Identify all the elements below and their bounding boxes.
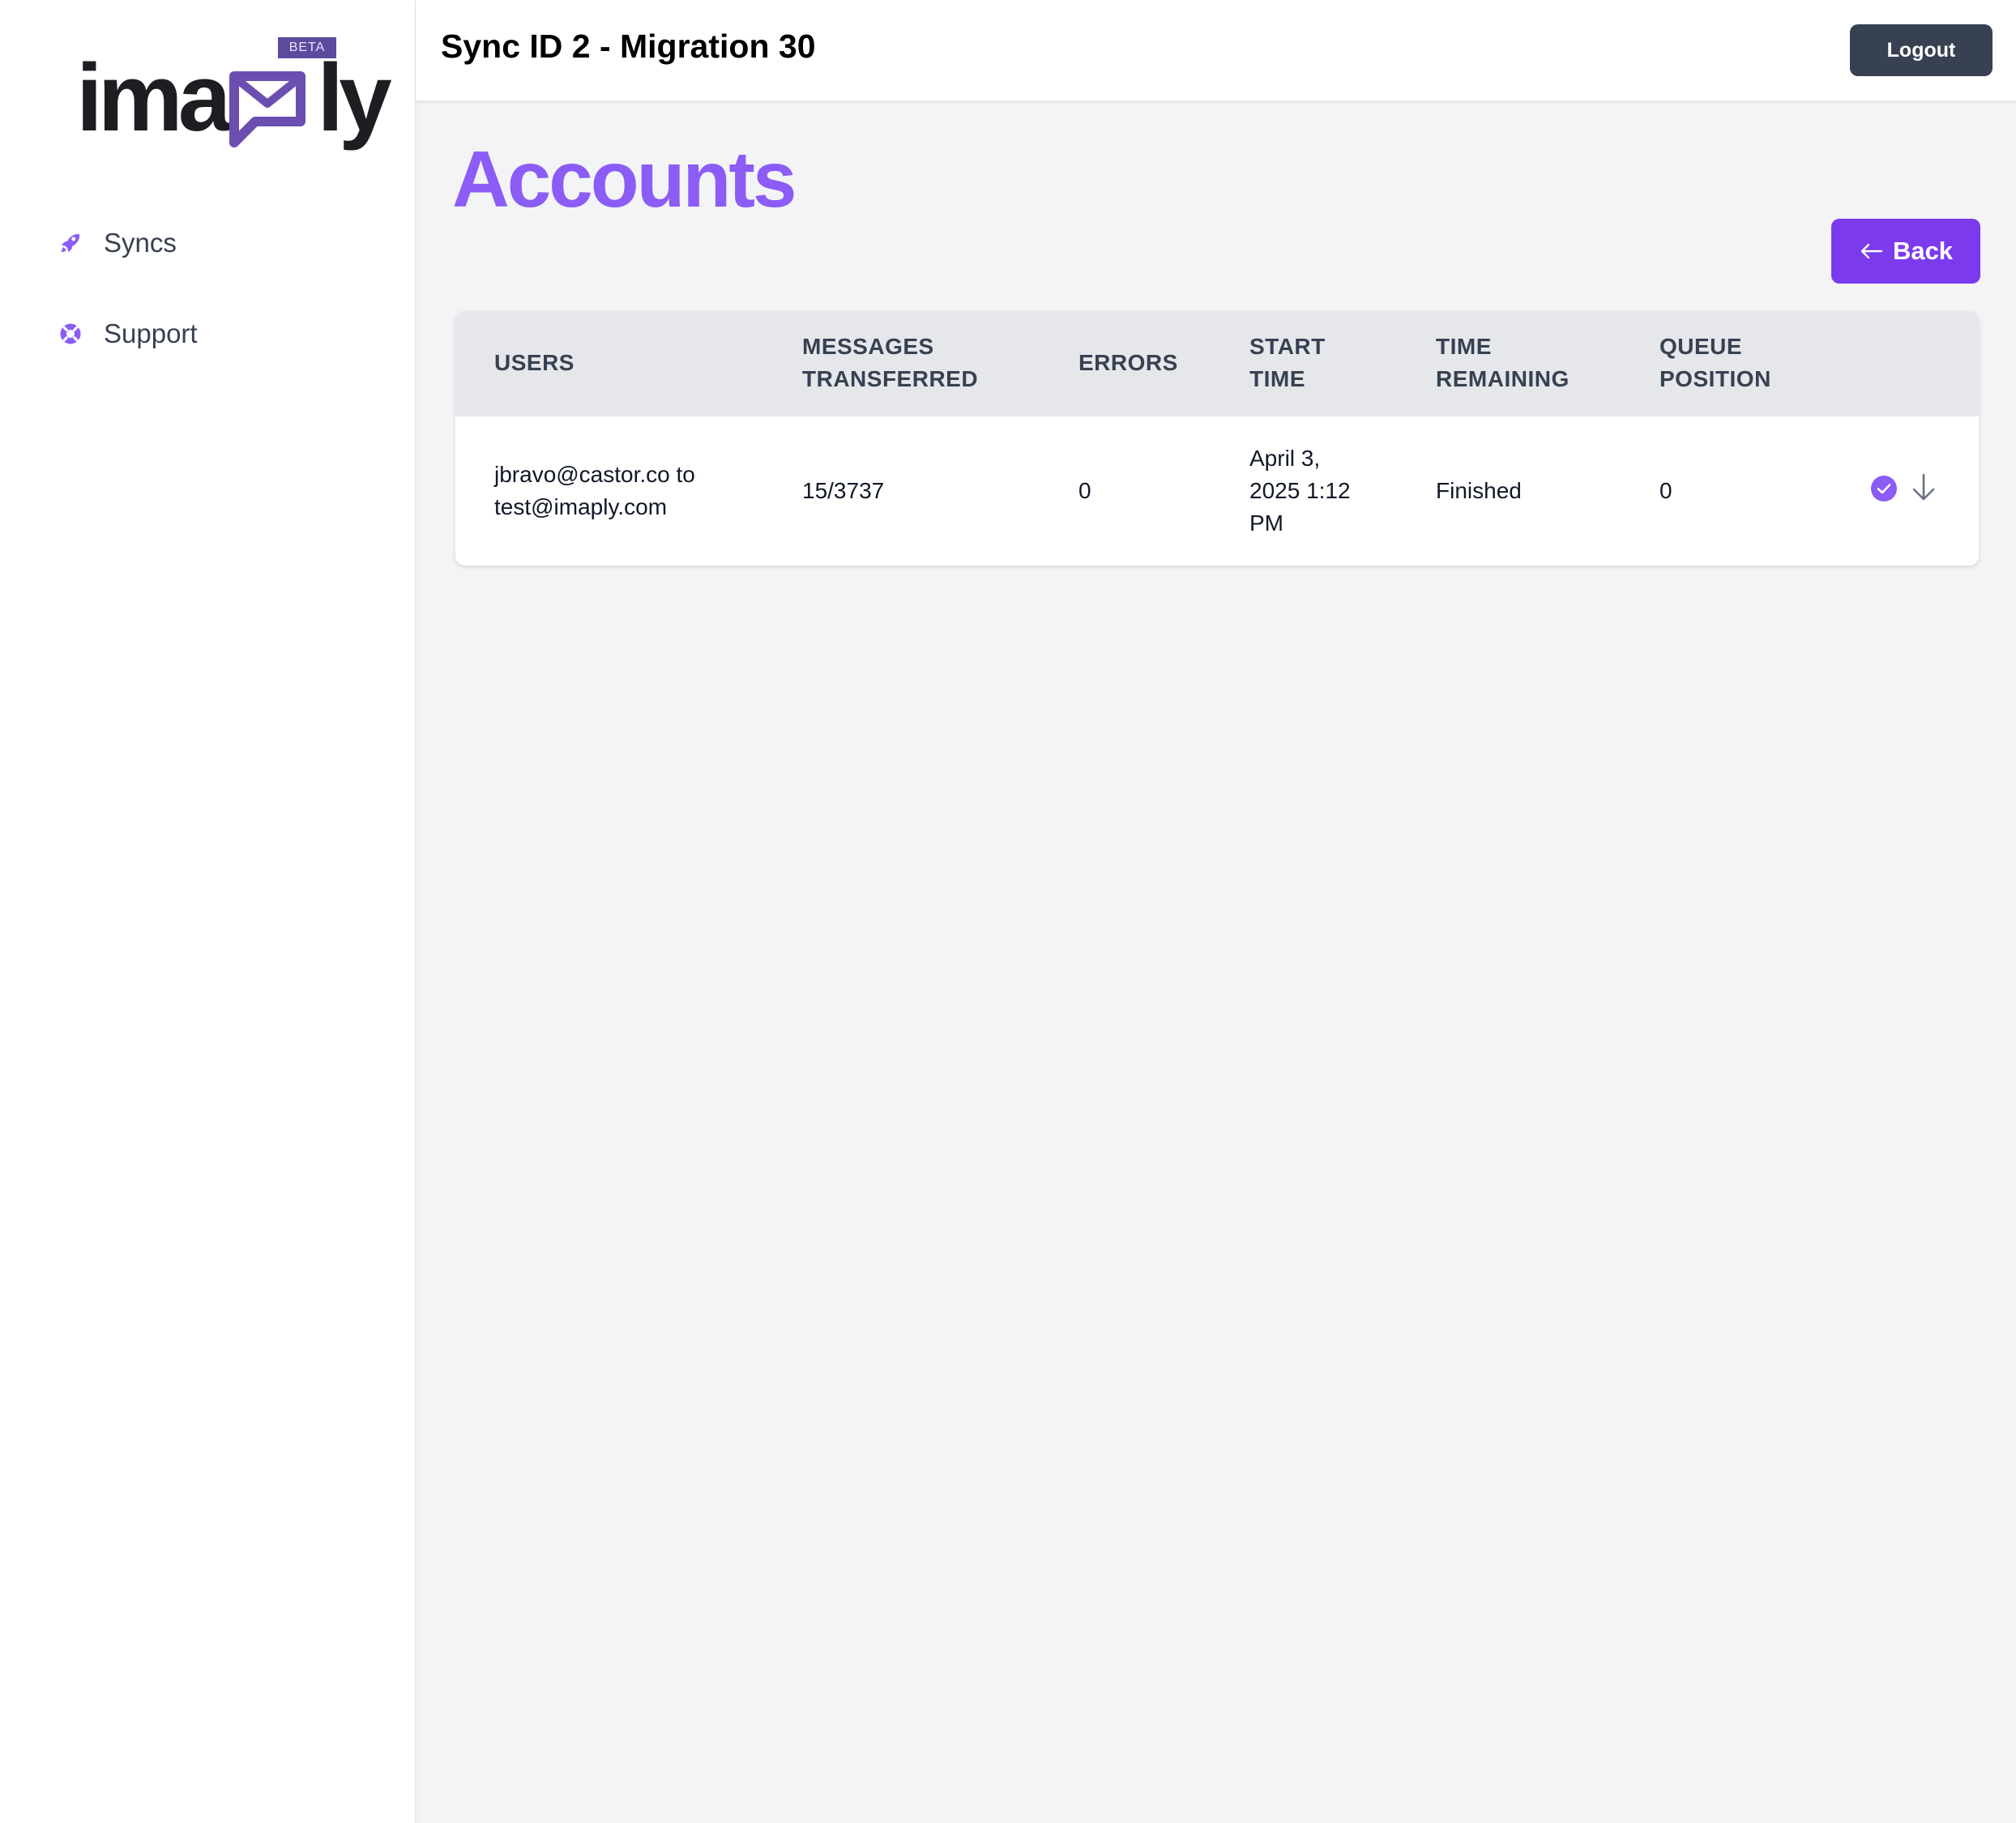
logo-wordmark: ima ly <box>76 50 392 147</box>
lifebuoy-icon <box>57 320 84 348</box>
cell-errors: 0 <box>1078 478 1091 503</box>
arrow-left-icon <box>1859 241 1883 261</box>
arrow-down-icon[interactable] <box>1909 472 1938 504</box>
check-circle-icon[interactable] <box>1870 475 1898 502</box>
cell-start-time: April 3, 2025 1:12 PM <box>1249 446 1351 536</box>
accounts-table: USERS MESSAGES TRANSFERRED ERRORS START … <box>455 311 1979 566</box>
rocket-icon <box>57 229 84 257</box>
sidebar-item-label: Syncs <box>104 228 177 258</box>
column-header-messages-transferred[interactable]: MESSAGES TRANSFERRED <box>802 331 978 395</box>
page-title: Accounts <box>452 134 797 224</box>
logo[interactable]: BETA ima ly <box>76 36 392 157</box>
sidebar-item-syncs[interactable]: Syncs <box>0 211 415 275</box>
column-header-start-time[interactable]: START TIME <box>1249 331 1326 395</box>
table-row[interactable]: jbravo@castor.co to test@imaply.com 15/3… <box>455 416 1979 566</box>
top-header: Sync ID 2 - Migration 30 Logout <box>416 0 2016 100</box>
sidebar-item-support[interactable]: Support <box>0 301 415 366</box>
column-header-time-remaining[interactable]: TIME REMAINING <box>1436 331 1570 395</box>
logout-button[interactable]: Logout <box>1850 24 1993 76</box>
column-header-users[interactable]: USERS <box>494 347 574 379</box>
back-button[interactable]: Back <box>1831 219 1980 284</box>
cell-time-remaining: Finished <box>1436 478 1522 503</box>
column-header-errors[interactable]: ERRORS <box>1078 347 1178 379</box>
cell-users: jbravo@castor.co to test@imaply.com <box>494 462 695 519</box>
back-button-label: Back <box>1892 237 1954 265</box>
mail-bubble-icon <box>223 68 320 157</box>
sidebar-nav: Syncs Support <box>0 211 415 392</box>
cell-messages-transferred: 15/3737 <box>802 478 885 503</box>
page-header-title: Sync ID 2 - Migration 30 <box>441 28 816 65</box>
column-header-queue-position[interactable]: QUEUE POSITION <box>1659 331 1771 395</box>
table-header: USERS MESSAGES TRANSFERRED ERRORS START … <box>455 311 1979 416</box>
cell-queue-position: 0 <box>1659 478 1672 503</box>
sidebar: BETA ima ly Syncs Support <box>0 0 416 1823</box>
sidebar-item-label: Support <box>104 318 198 348</box>
